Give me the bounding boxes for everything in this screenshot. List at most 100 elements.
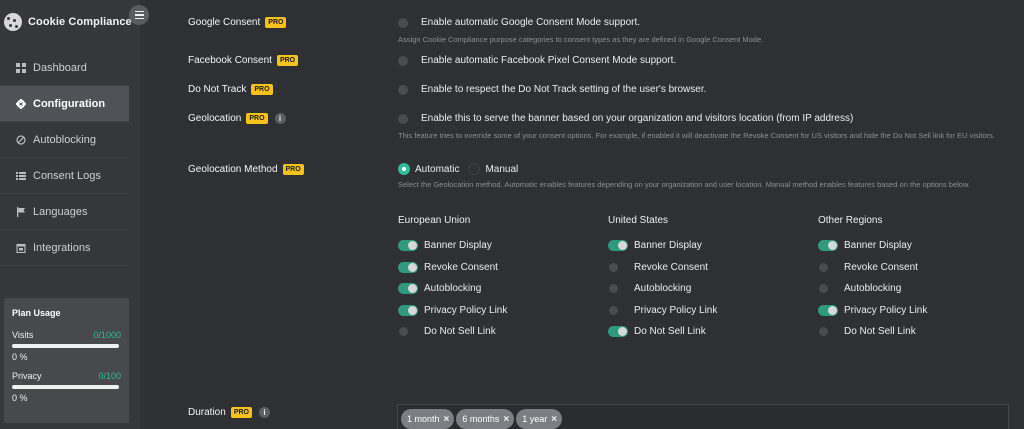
list-icon	[16, 171, 26, 181]
toggle-switch[interactable]	[818, 305, 838, 316]
privacy-row: Privacy 0/100	[12, 371, 121, 381]
us-banner-display-switch[interactable]: Banner Display	[608, 240, 702, 251]
do-not-track-toggle[interactable]: Enable to respect the Do Not Track setti…	[398, 84, 706, 95]
menu-toggle-button[interactable]	[129, 5, 149, 25]
sidebar-nav: Dashboard Configuration Autoblocking Con…	[0, 50, 129, 266]
geolocation-method-radio-group: Automatic Manual	[398, 163, 518, 175]
brand[interactable]: Cookie Compliance	[4, 12, 132, 32]
toggle-switch[interactable]	[608, 262, 628, 273]
privacy-percent: 0 %	[12, 393, 28, 403]
pro-badge: PRO	[265, 17, 287, 28]
us-revoke-consent-switch[interactable]: Revoke Consent	[608, 262, 708, 273]
info-icon[interactable]: i	[274, 113, 286, 124]
geolocation-label: Geolocation PRO i	[188, 113, 286, 124]
toggle-switch[interactable]	[398, 326, 418, 337]
toggle-switch[interactable]	[818, 326, 838, 337]
duration-tag: 1 year ×	[516, 409, 563, 429]
visits-count: 0/1000	[93, 330, 121, 340]
region-other-heading: Other Regions	[818, 215, 883, 226]
toggle-switch[interactable]	[608, 326, 628, 337]
facebook-consent-label: Facebook Consent PRO	[188, 55, 299, 66]
visits-row: Visits 0/1000	[12, 330, 121, 340]
close-icon[interactable]: ×	[551, 414, 557, 425]
toggle-switch[interactable]	[608, 305, 628, 316]
google-consent-description: Assign Cookie Compliance purpose categor…	[398, 35, 764, 44]
google-consent-toggle[interactable]: Enable automatic Google Consent Mode sup…	[398, 17, 640, 28]
geolocation-toggle[interactable]: Enable this to serve the banner based on…	[398, 113, 853, 124]
sidebar-item-label: Autoblocking	[33, 133, 96, 146]
google-consent-label: Google Consent PRO	[188, 17, 287, 28]
sidebar-item-label: Integrations	[33, 241, 91, 254]
other-autoblocking-switch[interactable]: Autoblocking	[818, 283, 901, 294]
close-icon[interactable]: ×	[444, 414, 450, 425]
hamburger-icon	[134, 10, 144, 13]
duration-tag: 1 month ×	[401, 409, 455, 429]
radio-automatic-label[interactable]: Automatic	[415, 164, 459, 175]
radio-manual[interactable]	[468, 163, 481, 175]
sidebar-item-label: Dashboard	[33, 61, 87, 74]
eu-privacy-policy-switch[interactable]: Privacy Policy Link	[398, 305, 507, 316]
toggle-switch[interactable]	[608, 240, 628, 251]
gear-icon	[16, 98, 26, 109]
toggle-switch[interactable]	[398, 240, 418, 251]
eu-revoke-consent-switch[interactable]: Revoke Consent	[398, 262, 498, 273]
duration-tag: 6 months ×	[456, 409, 515, 429]
toggle-switch[interactable]	[818, 283, 838, 294]
us-do-not-sell-switch[interactable]: Do Not Sell Link	[608, 326, 706, 337]
other-revoke-consent-switch[interactable]: Revoke Consent	[818, 262, 918, 273]
other-do-not-sell-switch[interactable]: Do Not Sell Link	[818, 326, 916, 337]
toggle-switch[interactable]	[398, 84, 408, 95]
us-privacy-policy-switch[interactable]: Privacy Policy Link	[608, 305, 717, 316]
sidebar-item-consent-logs[interactable]: Consent Logs	[0, 158, 129, 194]
us-autoblocking-switch[interactable]: Autoblocking	[608, 283, 691, 294]
sidebar-item-label: Languages	[33, 205, 88, 218]
other-banner-display-switch[interactable]: Banner Display	[818, 240, 912, 251]
flag-icon	[16, 206, 26, 217]
toggle-switch[interactable]	[398, 55, 408, 66]
sidebar-item-configuration[interactable]: Configuration	[0, 86, 129, 122]
eu-autoblocking-switch[interactable]: Autoblocking	[398, 283, 481, 294]
calendar-icon	[16, 243, 26, 253]
facebook-consent-toggle[interactable]: Enable automatic Facebook Pixel Consent …	[398, 55, 676, 66]
duration-label: Duration PRO i	[188, 407, 270, 418]
pro-badge: PRO	[230, 407, 252, 418]
sidebar-item-dashboard[interactable]: Dashboard	[0, 50, 129, 86]
grid-icon	[16, 62, 26, 73]
toggle-switch[interactable]	[818, 240, 838, 251]
radio-manual-label[interactable]: Manual	[485, 164, 518, 175]
toggle-switch[interactable]	[398, 113, 408, 124]
geolocation-method-label: Geolocation Method PRO	[188, 164, 304, 175]
sidebar: Cookie Compliance Dashboard Configuratio…	[0, 0, 140, 429]
toggle-switch[interactable]	[398, 17, 408, 28]
toggle-switch[interactable]	[818, 262, 838, 273]
eu-do-not-sell-switch[interactable]: Do Not Sell Link	[398, 326, 496, 337]
sidebar-item-languages[interactable]: Languages	[0, 194, 129, 230]
pro-badge: PRO	[282, 164, 304, 175]
geolocation-method-description: Select the Geolocation method. Automatic…	[398, 180, 971, 189]
eu-banner-display-switch[interactable]: Banner Display	[398, 240, 492, 251]
block-icon	[16, 134, 26, 145]
visits-progress-bar	[12, 344, 119, 348]
visits-percent: 0 %	[12, 352, 28, 362]
duration-tag-input[interactable]: 1 month × 6 months × 1 year ×	[397, 404, 1009, 429]
radio-automatic[interactable]	[398, 163, 410, 175]
brand-name: Cookie Compliance	[28, 16, 132, 28]
toggle-switch[interactable]	[608, 283, 628, 294]
toggle-switch[interactable]	[398, 283, 418, 294]
region-eu-heading: European Union	[398, 215, 471, 226]
sidebar-item-label: Consent Logs	[33, 169, 101, 182]
do-not-track-label: Do Not Track PRO	[188, 84, 273, 95]
toggle-switch[interactable]	[398, 262, 418, 273]
plan-usage-title: Plan Usage	[12, 308, 61, 318]
privacy-progress-bar	[12, 385, 119, 389]
info-icon[interactable]: i	[258, 407, 270, 418]
sidebar-item-autoblocking[interactable]: Autoblocking	[0, 122, 129, 158]
other-privacy-policy-switch[interactable]: Privacy Policy Link	[818, 305, 927, 316]
close-icon[interactable]: ×	[503, 414, 509, 425]
privacy-count: 0/100	[98, 371, 121, 381]
region-us-heading: United States	[608, 215, 669, 226]
sidebar-item-integrations[interactable]: Integrations	[0, 230, 129, 266]
toggle-switch[interactable]	[398, 305, 418, 316]
pro-badge: PRO	[251, 84, 273, 95]
pro-badge: PRO	[246, 113, 268, 124]
